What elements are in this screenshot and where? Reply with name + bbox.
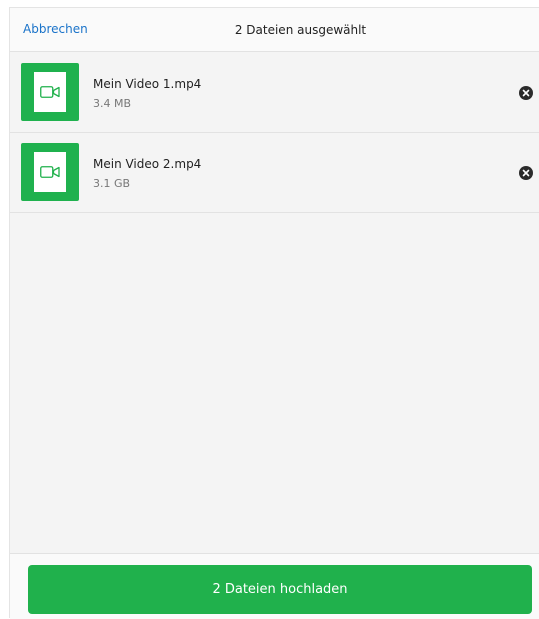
remove-file-button[interactable]	[519, 86, 533, 100]
upload-dialog: Abbrechen 2 Dateien ausgewählt Mein Vide…	[9, 7, 539, 619]
close-icon	[522, 169, 530, 177]
video-camera-icon	[40, 166, 60, 178]
file-thumbnail	[21, 143, 79, 201]
file-thumbnail	[21, 63, 79, 121]
close-icon	[522, 89, 530, 97]
file-size: 3.1 GB	[93, 177, 131, 190]
upload-button[interactable]: 2 Dateien hochladen	[28, 565, 532, 614]
file-list-item: Mein Video 1.mp4 3.4 MB	[10, 53, 539, 133]
file-name: Mein Video 1.mp4	[93, 77, 202, 91]
file-name: Mein Video 2.mp4	[93, 157, 202, 171]
dialog-title: 2 Dateien ausgewählt	[234, 23, 367, 37]
remove-file-button[interactable]	[519, 166, 533, 180]
file-size: 3.4 MB	[93, 97, 132, 110]
dialog-footer: 2 Dateien hochladen	[10, 553, 539, 619]
dialog-header: Abbrechen 2 Dateien ausgewählt	[10, 8, 539, 52]
file-list-item: Mein Video 2.mp4 3.1 GB	[10, 133, 539, 213]
video-camera-icon	[40, 86, 60, 98]
